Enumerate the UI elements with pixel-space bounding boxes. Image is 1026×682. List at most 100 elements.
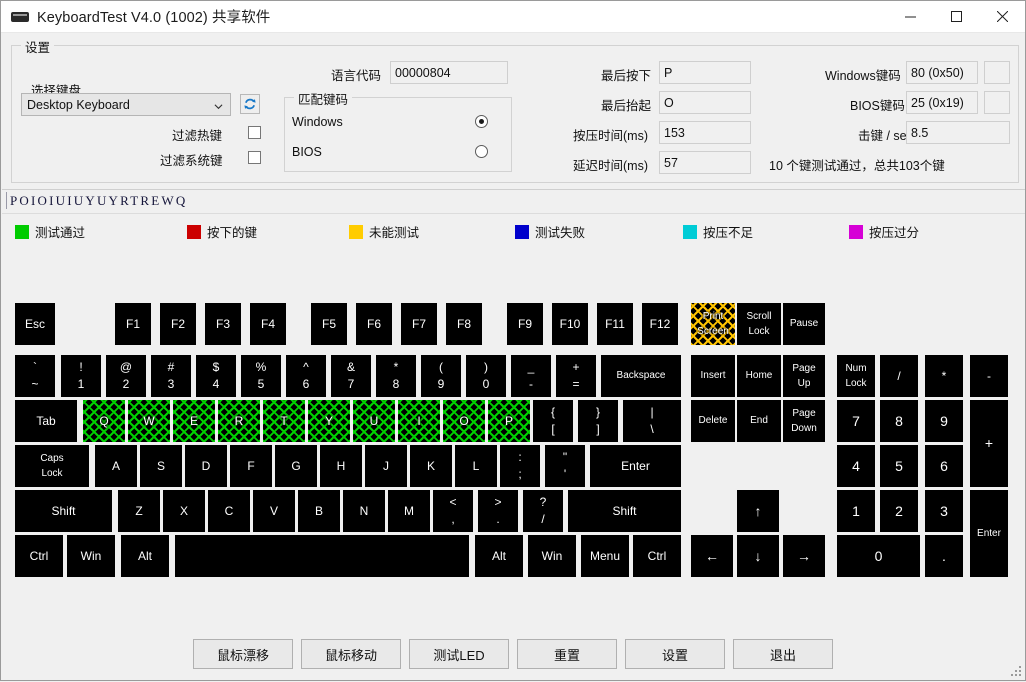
key-tab[interactable]: Tab <box>15 400 77 442</box>
maximize-button[interactable] <box>933 1 979 32</box>
key-d8[interactable]: * 8 <box>376 355 416 397</box>
key-right[interactable]: → <box>783 535 825 577</box>
key-capslock[interactable]: Caps Lock <box>15 445 89 487</box>
key-np1[interactable]: 1 <box>837 490 875 532</box>
refresh-keyboards-button[interactable] <box>240 94 260 114</box>
key-np3[interactable]: 3 <box>925 490 963 532</box>
mouse-drift-button[interactable]: 鼠标漂移 <box>193 639 293 669</box>
key-d3[interactable]: #3 <box>151 355 191 397</box>
key-d7[interactable]: & 7 <box>331 355 371 397</box>
key-delete[interactable]: Delete <box>691 400 735 442</box>
key-quote[interactable]: " ' <box>545 445 585 487</box>
key-f11[interactable]: F11 <box>597 303 633 345</box>
key-y[interactable]: Y <box>308 400 350 442</box>
key-lshift[interactable]: Shift <box>15 490 112 532</box>
key-r[interactable]: R <box>218 400 260 442</box>
match-option-windows-radio[interactable] <box>475 115 488 128</box>
key-m[interactable]: M <box>388 490 430 532</box>
key-f10[interactable]: F10 <box>552 303 588 345</box>
key-v[interactable]: V <box>253 490 295 532</box>
minimize-button[interactable] <box>887 1 933 32</box>
key-rbracket[interactable]: }] <box>578 400 618 442</box>
keyboard-select[interactable]: Desktop Keyboard <box>21 93 231 116</box>
key-np8[interactable]: 8 <box>880 400 918 442</box>
settings-button[interactable]: 设置 <box>625 639 725 669</box>
key-lbracket[interactable]: {[ <box>533 400 573 442</box>
key-rwin[interactable]: Win <box>528 535 576 577</box>
key-output-display[interactable]: POIOIUIUYUYRTREWQ <box>2 189 1025 214</box>
key-numlock[interactable]: Num Lock <box>837 355 875 397</box>
key-c[interactable]: C <box>208 490 250 532</box>
key-np5[interactable]: 5 <box>880 445 918 487</box>
key-f1[interactable]: F1 <box>115 303 151 345</box>
key-home[interactable]: Home <box>737 355 781 397</box>
key-insert[interactable]: Insert <box>691 355 735 397</box>
close-button[interactable] <box>979 1 1025 32</box>
key-d1[interactable]: ! 1 <box>61 355 101 397</box>
key-npdot[interactable]: . <box>925 535 963 577</box>
key-f2[interactable]: F2 <box>160 303 196 345</box>
key-scrolllock[interactable]: Scroll Lock <box>737 303 781 345</box>
key-up[interactable]: ↑ <box>737 490 779 532</box>
key-d0[interactable]: ) 0 <box>466 355 506 397</box>
key-rshift[interactable]: Shift <box>568 490 681 532</box>
key-i[interactable]: I <box>398 400 440 442</box>
key-b[interactable]: B <box>298 490 340 532</box>
key-f8[interactable]: F8 <box>446 303 482 345</box>
key-d4[interactable]: $4 <box>196 355 236 397</box>
key-npenter[interactable]: Enter <box>970 490 1008 577</box>
key-z[interactable]: Z <box>118 490 160 532</box>
key-pause[interactable]: Pause <box>783 303 825 345</box>
key-esc[interactable]: Esc <box>15 303 55 345</box>
key-np7[interactable]: 7 <box>837 400 875 442</box>
key-np4[interactable]: 4 <box>837 445 875 487</box>
key-pageup[interactable]: Page Up <box>783 355 825 397</box>
key-d5[interactable]: % 5 <box>241 355 281 397</box>
key-u[interactable]: U <box>353 400 395 442</box>
key-down[interactable]: ↓ <box>737 535 779 577</box>
key-e[interactable]: E <box>173 400 215 442</box>
key-x[interactable]: X <box>163 490 205 532</box>
key-lalt[interactable]: Alt <box>121 535 169 577</box>
key-np9[interactable]: 9 <box>925 400 963 442</box>
key-lwin[interactable]: Win <box>67 535 115 577</box>
key-t[interactable]: T <box>263 400 305 442</box>
key-printscreen[interactable]: Print Screen <box>691 303 735 345</box>
key-backspace[interactable]: Backspace <box>601 355 681 397</box>
key-backtick[interactable]: ` ~ <box>15 355 55 397</box>
key-minus[interactable]: _ - <box>511 355 551 397</box>
key-f[interactable]: F <box>230 445 272 487</box>
filter-hotkey-checkbox[interactable] <box>248 126 261 139</box>
key-backslash[interactable]: | \ <box>623 400 681 442</box>
key-f6[interactable]: F6 <box>356 303 392 345</box>
key-npmul[interactable]: * <box>925 355 963 397</box>
key-a[interactable]: A <box>95 445 137 487</box>
key-j[interactable]: J <box>365 445 407 487</box>
match-option-bios-radio[interactable] <box>475 145 488 158</box>
filter-syskey-checkbox[interactable] <box>248 151 261 164</box>
key-f3[interactable]: F3 <box>205 303 241 345</box>
reset-button[interactable]: 重置 <box>517 639 617 669</box>
key-end[interactable]: End <box>737 400 781 442</box>
test-led-button[interactable]: 测试LED <box>409 639 509 669</box>
key-s[interactable]: S <box>140 445 182 487</box>
key-l[interactable]: L <box>455 445 497 487</box>
key-enter[interactable]: Enter <box>590 445 681 487</box>
key-npadd[interactable]: + <box>970 400 1008 487</box>
key-np6[interactable]: 6 <box>925 445 963 487</box>
resize-grip-icon[interactable] <box>1010 665 1022 677</box>
exit-button[interactable]: 退出 <box>733 639 833 669</box>
key-npsub[interactable]: - <box>970 355 1008 397</box>
key-p[interactable]: P <box>488 400 530 442</box>
key-h[interactable]: H <box>320 445 362 487</box>
key-f5[interactable]: F5 <box>311 303 347 345</box>
key-f7[interactable]: F7 <box>401 303 437 345</box>
key-equal[interactable]: + = <box>556 355 596 397</box>
lang-code-field[interactable]: 00000804 <box>390 61 508 84</box>
key-pagedown[interactable]: Page Down <box>783 400 825 442</box>
key-d6[interactable]: ^ 6 <box>286 355 326 397</box>
key-q[interactable]: Q <box>83 400 125 442</box>
key-period[interactable]: >. <box>478 490 518 532</box>
key-g[interactable]: G <box>275 445 317 487</box>
key-d[interactable]: D <box>185 445 227 487</box>
